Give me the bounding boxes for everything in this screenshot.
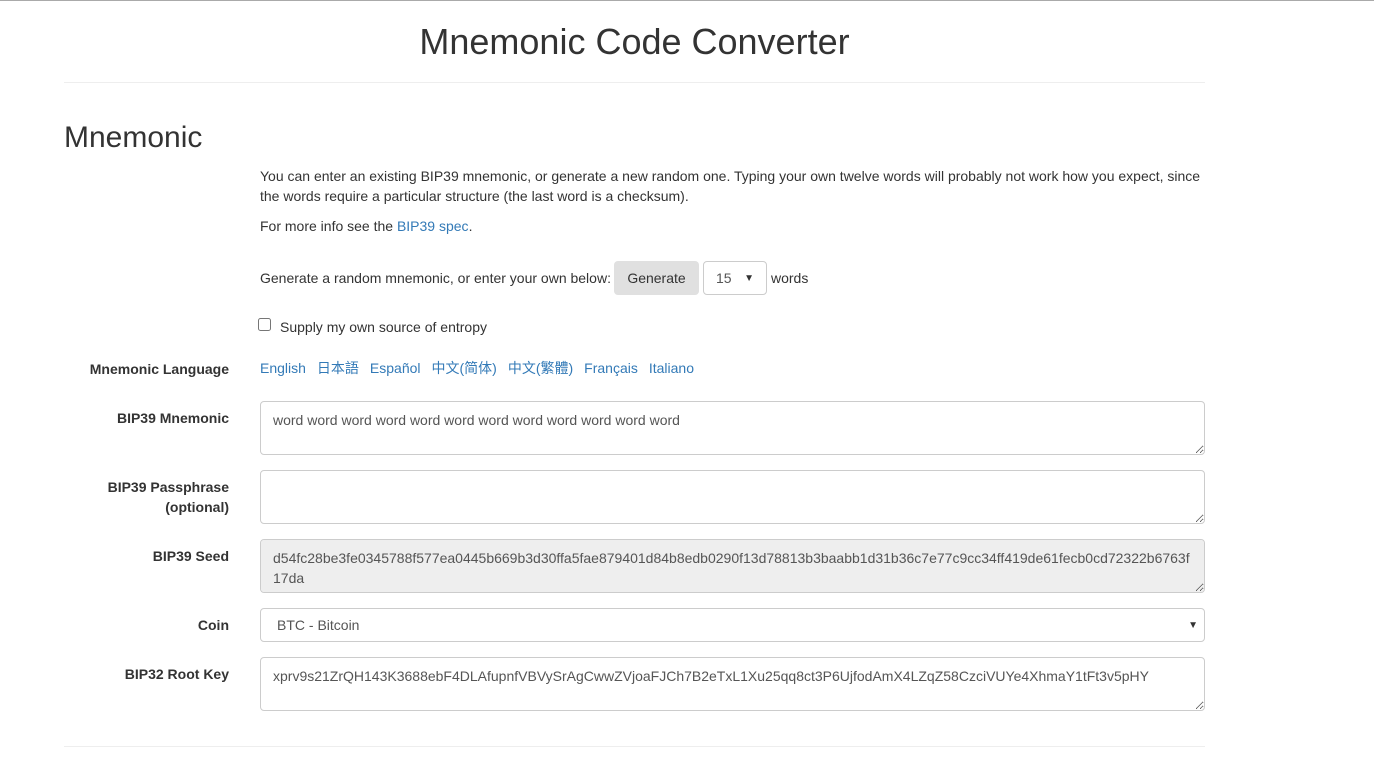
coin-select[interactable]: BTC - Bitcoin ▼ bbox=[260, 608, 1205, 642]
language-spanish[interactable]: Español bbox=[370, 360, 421, 376]
word-count-value: 15 bbox=[716, 270, 732, 286]
coin-label: Coin bbox=[197, 617, 229, 633]
language-chinese-traditional[interactable]: 中文(繁體) bbox=[508, 360, 573, 376]
entropy-label: Supply my own source of entropy bbox=[280, 319, 487, 335]
language-chinese-simplified[interactable]: 中文(简体) bbox=[432, 360, 497, 376]
language-italian[interactable]: Italiano bbox=[649, 360, 694, 376]
mnemonic-label: BIP39 Mnemonic bbox=[116, 410, 229, 426]
coin-value: BTC - Bitcoin bbox=[277, 617, 360, 633]
language-list: English 日本語 Español 中文(简体) 中文(繁體) Français Ita… bbox=[260, 358, 1210, 378]
language-english[interactable]: English bbox=[260, 360, 306, 376]
words-label: words bbox=[771, 270, 809, 286]
more-info: For more info see the BIP39 spec. bbox=[260, 216, 1210, 236]
chevron-down-icon: ▼ bbox=[1188, 619, 1198, 631]
more-info-suffix: . bbox=[468, 218, 473, 234]
chevron-down-icon: ▼ bbox=[744, 272, 754, 284]
entropy-checkbox[interactable] bbox=[258, 318, 271, 331]
bip39-spec-link[interactable]: BIP39 spec bbox=[397, 218, 469, 234]
page-title: Mnemonic Code Converter bbox=[419, 21, 850, 62]
seed-output[interactable]: d54fc28be3fe0345788f577ea0445b669b3d30ff… bbox=[260, 539, 1205, 593]
language-japanese[interactable]: 日本語 bbox=[317, 360, 359, 376]
passphrase-input[interactable] bbox=[260, 470, 1205, 524]
passphrase-label: BIP39 Passphrase (optional) bbox=[107, 479, 229, 515]
more-info-prefix: For more info see the bbox=[260, 218, 397, 234]
mnemonic-input[interactable]: word word word word word word word word … bbox=[260, 401, 1205, 455]
root-key-output[interactable]: xprv9s21ZrQH143K3688ebF4DLAfupnfVBVySrAg… bbox=[260, 657, 1205, 711]
word-count-select[interactable]: 15 ▼ bbox=[703, 261, 767, 295]
generate-prompt: Generate a random mnemonic, or enter you… bbox=[260, 270, 611, 286]
language-french[interactable]: Français bbox=[584, 360, 638, 376]
seed-label: BIP39 Seed bbox=[152, 548, 229, 564]
section-title: Mnemonic bbox=[64, 121, 203, 154]
intro-text: You can enter an existing BIP39 mnemonic… bbox=[260, 168, 1201, 204]
generate-button[interactable]: Generate bbox=[614, 261, 699, 295]
language-label: Mnemonic Language bbox=[89, 361, 229, 377]
divider bbox=[64, 746, 1205, 747]
divider bbox=[64, 82, 1205, 83]
root-key-label: BIP32 Root Key bbox=[124, 666, 229, 682]
